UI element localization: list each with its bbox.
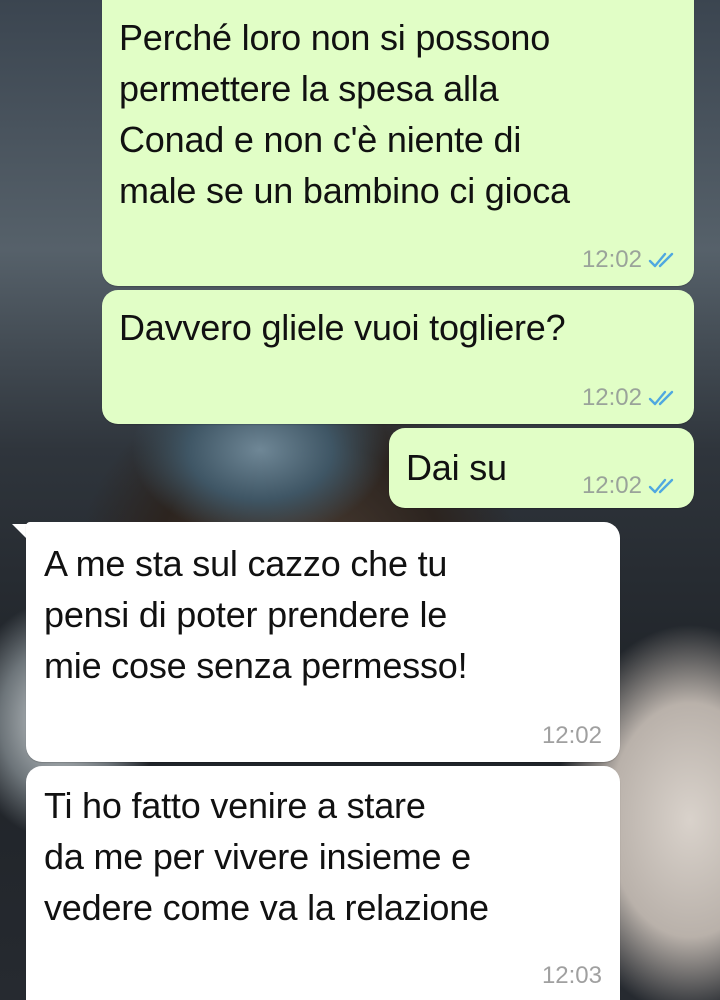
message-line: pensi di poter prendere le <box>44 594 448 635</box>
message-line: A me sta sul cazzo che tu <box>44 543 448 584</box>
message-meta: 12:03 <box>542 962 602 990</box>
double-check-read-icon <box>648 478 674 494</box>
message-line: male se un bambino ci gioca <box>119 170 570 211</box>
message-time: 12:02 <box>581 246 642 273</box>
message-line: Ti ho fatto venire a stare <box>44 785 426 826</box>
message-line: mie cose senza permesso! <box>44 645 468 686</box>
incoming-message[interactable]: A me sta sul cazzo che tu pensi di poter… <box>26 522 620 762</box>
message-meta: 12:02 <box>582 246 678 274</box>
message-text: A me sta sul cazzo che tu pensi di poter… <box>44 538 468 691</box>
message-time: 12:02 <box>581 472 642 499</box>
message-line: permettere la spesa alla <box>119 68 499 109</box>
message-text: Perché loro non si possono permettere la… <box>119 12 570 216</box>
message-line: Davvero gliele vuoi togliere? <box>119 307 566 348</box>
double-check-read-icon <box>648 390 674 406</box>
message-meta: 12:02 <box>542 722 602 750</box>
message-time: 12:02 <box>581 384 642 411</box>
outgoing-message[interactable]: Davvero gliele vuoi togliere? 12:02 <box>102 290 694 424</box>
message-meta: 12:02 <box>582 384 678 412</box>
incoming-message[interactable]: Ti ho fatto venire a stare da me per viv… <box>26 766 620 1000</box>
outgoing-message[interactable]: Perché loro non si possono permettere la… <box>102 0 694 286</box>
message-line: vedere come va la relazione <box>44 887 489 928</box>
message-time: 12:03 <box>541 962 602 989</box>
message-time: 12:02 <box>541 722 602 749</box>
message-text: Ti ho fatto venire a stare da me per viv… <box>44 780 489 933</box>
outgoing-message[interactable]: Dai su 12:02 <box>389 428 694 508</box>
message-meta: 12:02 <box>582 472 678 500</box>
message-text: Dai su <box>406 442 507 493</box>
message-line: da me per vivere insieme e <box>44 836 471 877</box>
message-line: Perché loro non si possono <box>119 17 551 58</box>
message-line: Conad e non c'è niente di <box>119 119 522 160</box>
message-text: Davvero gliele vuoi togliere? <box>119 302 566 353</box>
message-line: Dai su <box>406 447 507 488</box>
double-check-read-icon <box>648 252 674 268</box>
